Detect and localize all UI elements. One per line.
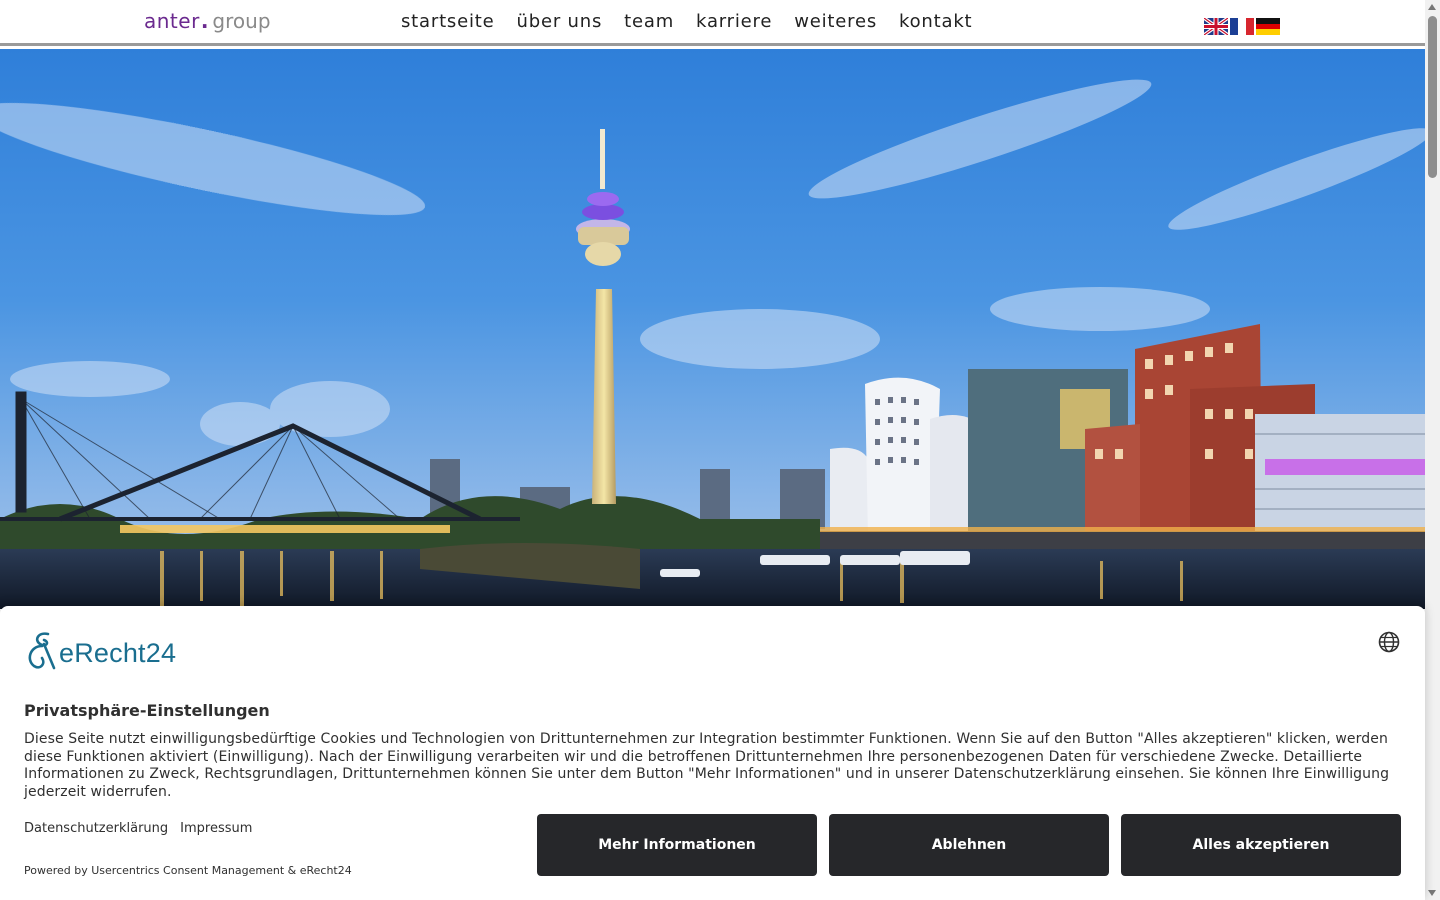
cookie-consent-banner: eRecht24 Privatsphäre-Einstellungen Dies… xyxy=(0,606,1425,900)
hero-image xyxy=(0,49,1425,609)
anter-group-logo[interactable]: anter . group xyxy=(144,9,271,35)
nav-kontakt[interactable]: kontakt xyxy=(899,11,972,32)
germany-flag-icon[interactable] xyxy=(1256,18,1280,35)
erecht24-brand-text: eRecht24 xyxy=(59,637,177,668)
erecht24-logo: eRecht24 xyxy=(24,630,176,670)
consent-description: Diese Seite nutzt einwilligungsbedürftig… xyxy=(24,731,1390,800)
logo-group-text: group xyxy=(212,9,271,33)
nav-team[interactable]: team xyxy=(624,11,674,32)
logo-anter-text: anter xyxy=(144,9,200,33)
main-nav: startseite über uns team karriere weiter… xyxy=(401,11,972,32)
privacy-policy-link[interactable]: Datenschutzerklärung xyxy=(24,821,168,836)
erecht24-mark-icon xyxy=(28,632,56,670)
uk-flag-icon[interactable] xyxy=(1204,18,1228,35)
consent-title: Privatsphäre-Einstellungen xyxy=(24,701,270,720)
nav-weiteres[interactable]: weiteres xyxy=(794,11,877,32)
nav-karriere[interactable]: karriere xyxy=(696,11,772,32)
deny-button[interactable]: Ablehnen xyxy=(829,814,1109,876)
accept-all-button[interactable]: Alles akzeptieren xyxy=(1121,814,1401,876)
scroll-down-arrow-icon[interactable] xyxy=(1428,890,1436,896)
scroll-thumb[interactable] xyxy=(1428,16,1437,178)
france-flag-icon[interactable] xyxy=(1230,18,1254,35)
logo-dot: . xyxy=(200,9,209,33)
scroll-up-arrow-icon[interactable] xyxy=(1428,4,1436,10)
page-scrollbar[interactable] xyxy=(1425,0,1440,900)
language-globe-icon[interactable] xyxy=(1378,631,1400,653)
nav-ueber-uns[interactable]: über uns xyxy=(517,11,603,32)
consent-links: Datenschutzerklärung Impressum xyxy=(24,821,252,836)
imprint-link[interactable]: Impressum xyxy=(180,821,252,836)
language-switcher xyxy=(1204,18,1280,35)
more-information-button[interactable]: Mehr Informationen xyxy=(537,814,817,876)
nav-startseite[interactable]: startseite xyxy=(401,11,495,32)
site-header: anter . group startseite über uns team k… xyxy=(0,0,1425,46)
powered-by-text: Powered by Usercentrics Consent Manageme… xyxy=(24,864,352,877)
